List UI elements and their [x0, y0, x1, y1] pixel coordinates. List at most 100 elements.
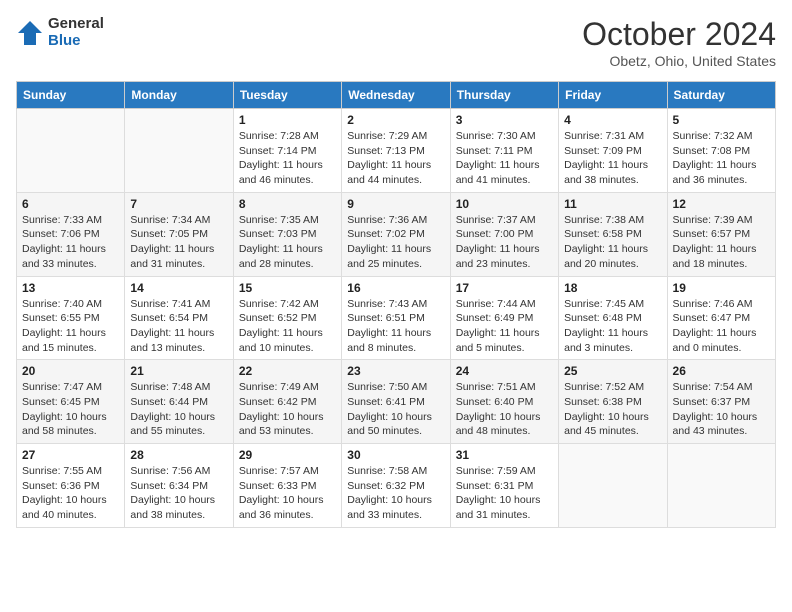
calendar-cell: 28Sunrise: 7:56 AM Sunset: 6:34 PM Dayli…: [125, 444, 233, 528]
title-block: October 2024 Obetz, Ohio, United States: [582, 16, 776, 69]
calendar-cell: 21 Sunrise: 7:48 AM Sunset: 6:44 PM Dayli…: [125, 360, 233, 444]
day-number: 17: [456, 281, 553, 295]
day-number: 3: [456, 113, 553, 127]
day-info: Sunrise: 7:58 AM Sunset: 6:32 PM Dayligh…: [347, 464, 444, 523]
calendar-cell: 3 Sunrise: 7:30 AM Sunset: 7:11 PM Daylig…: [450, 109, 558, 193]
day-number: 25: [564, 364, 661, 378]
calendar-cell: [667, 444, 775, 528]
day-info: Sunrise: 7:54 AM Sunset: 6:37 PM Dayligh…: [673, 380, 770, 439]
calendar-cell: 12 Sunrise: 7:39 AM Sunset: 6:57 PM Dayli…: [667, 192, 775, 276]
day-number: 8: [239, 197, 336, 211]
calendar-week-row: 6 Sunrise: 7:33 AM Sunset: 7:06 PM Daylig…: [17, 192, 776, 276]
day-info: Sunrise: 7:37 AM Sunset: 7:00 PM Dayligh…: [456, 213, 553, 272]
day-number: 16: [347, 281, 444, 295]
day-number: 28: [130, 448, 227, 462]
month-title: October 2024: [582, 16, 776, 53]
day-number: 22: [239, 364, 336, 378]
calendar-cell: 16 Sunrise: 7:43 AM Sunset: 6:51 PM Dayli…: [342, 276, 450, 360]
day-number: 29: [239, 448, 336, 462]
calendar-cell: 30 Sunrise: 7:58 AM Sunset: 6:32 PM Dayli…: [342, 444, 450, 528]
calendar-cell: 25 Sunrise: 7:52 AM Sunset: 6:38 PM Dayli…: [559, 360, 667, 444]
day-info: Sunrise: 7:39 AM Sunset: 6:57 PM Dayligh…: [673, 213, 770, 272]
calendar-cell: 2 Sunrise: 7:29 AM Sunset: 7:13 PM Daylig…: [342, 109, 450, 193]
day-info: Sunrise: 7:48 AM Sunset: 6:44 PM Dayligh…: [130, 380, 227, 439]
calendar-cell: 20Sunrise: 7:47 AM Sunset: 6:45 PM Dayli…: [17, 360, 125, 444]
day-info: Sunrise: 7:46 AM Sunset: 6:47 PM Dayligh…: [673, 297, 770, 356]
day-info: Sunrise: 7:28 AM Sunset: 7:14 PM Dayligh…: [239, 129, 336, 188]
calendar-cell: 26 Sunrise: 7:54 AM Sunset: 6:37 PM Dayli…: [667, 360, 775, 444]
logo-text: General Blue: [48, 16, 104, 49]
calendar-cell: 29 Sunrise: 7:57 AM Sunset: 6:33 PM Dayli…: [233, 444, 341, 528]
calendar-cell: [559, 444, 667, 528]
logo-general-label: General: [48, 16, 104, 33]
day-info: Sunrise: 7:57 AM Sunset: 6:33 PM Dayligh…: [239, 464, 336, 523]
day-number: 20: [22, 364, 119, 378]
day-info: Sunrise: 7:44 AM Sunset: 6:49 PM Dayligh…: [456, 297, 553, 356]
calendar-week-row: 27Sunrise: 7:55 AM Sunset: 6:36 PM Dayli…: [17, 444, 776, 528]
day-number: 31: [456, 448, 553, 462]
day-number: 30: [347, 448, 444, 462]
day-info: Sunrise: 7:55 AM Sunset: 6:36 PM Dayligh…: [22, 464, 119, 523]
day-number: 18: [564, 281, 661, 295]
calendar-week-row: 13 Sunrise: 7:40 AM Sunset: 6:55 PM Dayli…: [17, 276, 776, 360]
day-number: 10: [456, 197, 553, 211]
page-header: General Blue October 2024 Obetz, Ohio, U…: [16, 16, 776, 69]
calendar-cell: 18 Sunrise: 7:45 AM Sunset: 6:48 PM Dayli…: [559, 276, 667, 360]
day-number: 19: [673, 281, 770, 295]
weekday-header: Thursday: [450, 82, 558, 109]
day-info: Sunrise: 7:49 AM Sunset: 6:42 PM Dayligh…: [239, 380, 336, 439]
weekday-header: Tuesday: [233, 82, 341, 109]
day-info: Sunrise: 7:38 AM Sunset: 6:58 PM Dayligh…: [564, 213, 661, 272]
weekday-header: Monday: [125, 82, 233, 109]
day-number: 11: [564, 197, 661, 211]
day-info: Sunrise: 7:31 AM Sunset: 7:09 PM Dayligh…: [564, 129, 661, 188]
calendar-cell: 31 Sunrise: 7:59 AM Sunset: 6:31 PM Dayli…: [450, 444, 558, 528]
calendar-cell: 6 Sunrise: 7:33 AM Sunset: 7:06 PM Daylig…: [17, 192, 125, 276]
calendar-cell: 27Sunrise: 7:55 AM Sunset: 6:36 PM Dayli…: [17, 444, 125, 528]
day-info: Sunrise: 7:33 AM Sunset: 7:06 PM Dayligh…: [22, 213, 119, 272]
calendar-table: SundayMondayTuesdayWednesdayThursdayFrid…: [16, 81, 776, 528]
calendar-cell: 17 Sunrise: 7:44 AM Sunset: 6:49 PM Dayli…: [450, 276, 558, 360]
location-label: Obetz, Ohio, United States: [582, 53, 776, 69]
day-number: 24: [456, 364, 553, 378]
calendar-cell: 15Sunrise: 7:42 AM Sunset: 6:52 PM Dayli…: [233, 276, 341, 360]
calendar-cell: 19 Sunrise: 7:46 AM Sunset: 6:47 PM Dayli…: [667, 276, 775, 360]
day-info: Sunrise: 7:35 AM Sunset: 7:03 PM Dayligh…: [239, 213, 336, 272]
weekday-header: Wednesday: [342, 82, 450, 109]
day-number: 15: [239, 281, 336, 295]
calendar-cell: [17, 109, 125, 193]
logo-blue-label: Blue: [48, 33, 104, 50]
day-info: Sunrise: 7:52 AM Sunset: 6:38 PM Dayligh…: [564, 380, 661, 439]
day-info: Sunrise: 7:29 AM Sunset: 7:13 PM Dayligh…: [347, 129, 444, 188]
calendar-cell: 10 Sunrise: 7:37 AM Sunset: 7:00 PM Dayli…: [450, 192, 558, 276]
calendar-cell: 13 Sunrise: 7:40 AM Sunset: 6:55 PM Dayli…: [17, 276, 125, 360]
day-info: Sunrise: 7:51 AM Sunset: 6:40 PM Dayligh…: [456, 380, 553, 439]
day-number: 26: [673, 364, 770, 378]
calendar-cell: [125, 109, 233, 193]
logo-icon: [16, 19, 44, 47]
day-number: 12: [673, 197, 770, 211]
day-info: Sunrise: 7:36 AM Sunset: 7:02 PM Dayligh…: [347, 213, 444, 272]
day-info: Sunrise: 7:32 AM Sunset: 7:08 PM Dayligh…: [673, 129, 770, 188]
calendar-cell: 9 Sunrise: 7:36 AM Sunset: 7:02 PM Daylig…: [342, 192, 450, 276]
day-info: Sunrise: 7:45 AM Sunset: 6:48 PM Dayligh…: [564, 297, 661, 356]
day-info: Sunrise: 7:59 AM Sunset: 6:31 PM Dayligh…: [456, 464, 553, 523]
calendar-cell: 1Sunrise: 7:28 AM Sunset: 7:14 PM Daylig…: [233, 109, 341, 193]
weekday-header: Sunday: [17, 82, 125, 109]
day-info: Sunrise: 7:40 AM Sunset: 6:55 PM Dayligh…: [22, 297, 119, 356]
calendar-cell: 8 Sunrise: 7:35 AM Sunset: 7:03 PM Daylig…: [233, 192, 341, 276]
day-info: Sunrise: 7:43 AM Sunset: 6:51 PM Dayligh…: [347, 297, 444, 356]
day-number: 13: [22, 281, 119, 295]
calendar-cell: 7Sunrise: 7:34 AM Sunset: 7:05 PM Daylig…: [125, 192, 233, 276]
logo: General Blue: [16, 16, 104, 49]
day-number: 21: [130, 364, 227, 378]
calendar-cell: 5 Sunrise: 7:32 AM Sunset: 7:08 PM Daylig…: [667, 109, 775, 193]
day-number: 9: [347, 197, 444, 211]
calendar-cell: 23Sunrise: 7:50 AM Sunset: 6:41 PM Dayli…: [342, 360, 450, 444]
calendar-cell: 24 Sunrise: 7:51 AM Sunset: 6:40 PM Dayli…: [450, 360, 558, 444]
day-number: 6: [22, 197, 119, 211]
day-info: Sunrise: 7:30 AM Sunset: 7:11 PM Dayligh…: [456, 129, 553, 188]
calendar-week-row: 1Sunrise: 7:28 AM Sunset: 7:14 PM Daylig…: [17, 109, 776, 193]
day-number: 5: [673, 113, 770, 127]
day-number: 2: [347, 113, 444, 127]
